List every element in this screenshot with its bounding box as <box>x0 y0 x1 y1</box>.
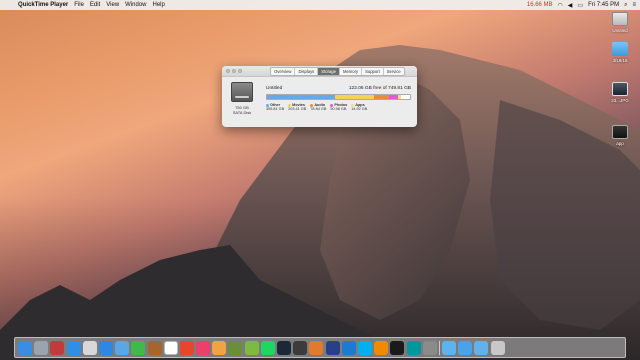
close-icon[interactable] <box>226 69 230 73</box>
legend-item-apps: Apps 14.92 GB <box>351 103 367 111</box>
folder-icon[interactable] <box>442 340 457 355</box>
zoom-icon[interactable] <box>238 69 242 73</box>
desktop-item-label: 3/18/15 <box>612 58 628 63</box>
launchpad-icon[interactable] <box>34 340 49 355</box>
legend-item-movies: Movies 203.41 GB <box>288 103 306 111</box>
image-icon <box>612 82 628 96</box>
preview-icon[interactable] <box>82 340 97 355</box>
minecraft-icon[interactable] <box>228 340 243 355</box>
legend-value: 14.92 GB <box>351 107 368 111</box>
finder-icon[interactable] <box>18 340 32 355</box>
storage-legend: Other 355.81 GB Movies 203.41 GB Audio 78.84 … <box>266 103 411 111</box>
desktop-item-untitled[interactable]: Untitled <box>607 12 633 33</box>
xcode-icon[interactable] <box>341 340 356 355</box>
legend-value: 78.84 GB <box>310 107 327 111</box>
window-controls <box>226 69 242 73</box>
free-space-text: 122.06 GB free of 749.81 GB <box>348 86 411 91</box>
drive-summary: 750 GB SATA Disk <box>228 82 256 115</box>
about-this-mac-window: Overview Displays Storage Memory Support… <box>222 66 417 127</box>
notification-center-icon[interactable]: ≡ <box>632 2 636 8</box>
volume-icon[interactable]: ◀ <box>568 2 573 9</box>
usage-segment-other <box>267 95 335 99</box>
disk-icon <box>612 12 628 26</box>
usage-segment-movies <box>334 95 374 99</box>
menu-window[interactable]: Window <box>125 2 146 8</box>
menu-file[interactable]: File <box>74 2 84 8</box>
wifi-icon[interactable]: ◠ <box>558 2 563 9</box>
desktop-item-label: Untitled <box>612 28 628 33</box>
tab-memory[interactable]: Memory <box>339 67 363 75</box>
desktop-item-label: 23...JPG <box>611 98 629 103</box>
app-store-icon[interactable] <box>66 340 81 355</box>
memory-status-text[interactable]: 16.66 MB <box>527 2 553 8</box>
legend-value: 203.41 GB <box>288 107 307 111</box>
calendar-icon[interactable] <box>163 340 178 355</box>
camera-icon[interactable] <box>390 340 405 355</box>
desktop-item-jpg[interactable]: 23...JPG <box>607 82 633 103</box>
desktop-item-folder[interactable]: 3/18/15 <box>607 42 633 63</box>
minimize-icon[interactable] <box>232 69 236 73</box>
messages-icon[interactable] <box>131 340 146 355</box>
tab-bar: Overview Displays Storage Memory Support… <box>270 66 405 76</box>
menu-extras: 16.66 MB ◠ ◀ ▭ Fri 7:45 PM ⌕ ≡ <box>527 2 636 9</box>
app-icon <box>612 125 628 139</box>
cinema-icon[interactable] <box>309 340 324 355</box>
usage-segment-photos <box>388 95 399 99</box>
system-preferences-icon[interactable] <box>422 340 437 355</box>
legend-item-other: Other 355.81 GB <box>266 103 284 111</box>
trash-icon[interactable] <box>490 340 505 355</box>
desktop-item-app[interactable]: app <box>607 125 633 146</box>
tab-service[interactable]: Service <box>383 67 404 75</box>
desktop-wallpaper <box>0 45 640 360</box>
window-titlebar[interactable]: Overview Displays Storage Memory Support… <box>222 66 417 77</box>
menu-help[interactable]: Help <box>153 2 165 8</box>
ps-icon[interactable] <box>325 340 340 355</box>
obs-icon[interactable] <box>293 340 308 355</box>
legend-item-photos: Photos 50.98 GB <box>330 103 347 111</box>
steam-icon[interactable] <box>277 340 291 355</box>
drive-type: SATA Disk <box>232 110 252 115</box>
menu-view[interactable]: View <box>106 2 119 8</box>
android-icon[interactable] <box>244 340 259 355</box>
vlc-icon[interactable] <box>374 340 389 355</box>
folder-icon <box>612 42 628 56</box>
safari-icon[interactable] <box>98 340 113 355</box>
spotlight-icon[interactable]: ⌕ <box>624 2 627 9</box>
photo-booth-icon[interactable] <box>50 340 65 355</box>
mail-icon[interactable] <box>115 340 130 355</box>
menu-bar: QuickTime Player File Edit View Window H… <box>0 0 640 10</box>
legend-value: 355.81 GB <box>266 107 285 111</box>
menu-app-name[interactable]: QuickTime Player <box>18 2 68 8</box>
tab-support[interactable]: Support <box>362 67 384 75</box>
documents-icon[interactable] <box>474 340 489 355</box>
tab-overview[interactable]: Overview <box>271 67 296 75</box>
spotify-icon[interactable] <box>260 340 275 355</box>
desktop-item-label: app <box>616 141 624 146</box>
tab-displays[interactable]: Displays <box>295 67 319 75</box>
arduino-icon[interactable] <box>406 340 421 355</box>
legend-item-audio: Audio 78.84 GB <box>310 103 326 111</box>
usage-segment-audio <box>373 95 389 99</box>
photos-icon[interactable] <box>212 340 227 355</box>
volume-name: Untitled <box>266 86 283 91</box>
usage-segment-apps <box>398 95 402 99</box>
battery-icon[interactable]: ▭ <box>577 2 583 9</box>
contacts-icon[interactable] <box>147 340 162 355</box>
itunes-icon[interactable] <box>196 340 211 355</box>
storage-usage-bar <box>266 94 411 100</box>
skype-icon[interactable] <box>357 340 372 355</box>
dock-separator <box>438 340 440 355</box>
tab-storage[interactable]: Storage <box>318 67 340 75</box>
legend-value: 50.98 GB <box>330 107 347 111</box>
clock-text[interactable]: Fri 7:45 PM <box>588 2 619 8</box>
chrome-icon[interactable] <box>179 340 194 355</box>
storage-details: Untitled 122.06 GB free of 749.81 GB Oth… <box>266 82 411 115</box>
hard-drive-icon <box>231 82 253 102</box>
menu-edit[interactable]: Edit <box>90 2 100 8</box>
dock <box>14 337 626 358</box>
storage-pane: 750 GB SATA Disk Untitled 122.06 GB free… <box>222 77 417 120</box>
downloads-icon[interactable] <box>458 340 473 355</box>
